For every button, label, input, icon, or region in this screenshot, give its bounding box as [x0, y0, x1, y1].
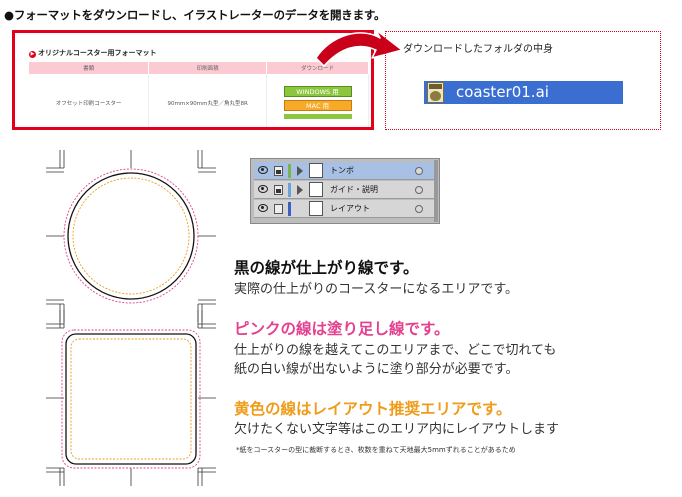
folder-contents-screenshot: ダウンロードしたフォルダの中身 coaster01.ai: [385, 31, 661, 130]
black-line-title: 黒の線が仕上がり線です。: [234, 259, 419, 277]
square-bleed-line: [61, 329, 201, 469]
format-section-title: ▶ オリジナルコースター用フォーマット: [29, 48, 157, 58]
visibility-eye-icon[interactable]: [258, 204, 268, 212]
column-header-size: 印刷面積: [148, 62, 268, 74]
coaster-template-diagram: [46, 150, 216, 486]
layer-name: トンボ: [330, 166, 354, 175]
layer-thumbnail: [309, 201, 323, 216]
lock-icon[interactable]: [274, 185, 283, 195]
pink-line-description-2: 紙の白い線が出ないように塗り部分が必要です。: [234, 362, 519, 377]
lock-icon[interactable]: [274, 166, 283, 176]
layer-color-bar: [288, 164, 291, 178]
footnote: *紙をコースターの型に裁断するとき、枚数を重ねて天地最大5mmずれることがあるた…: [236, 446, 516, 454]
layer-color-bar: [288, 202, 291, 216]
visibility-eye-icon[interactable]: [258, 166, 268, 174]
format-section-title-text: オリジナルコースター用フォーマット: [38, 49, 157, 57]
next-download-button[interactable]: [283, 114, 352, 120]
file-name: coaster01.ai: [456, 83, 549, 101]
square-safe-line: [70, 338, 192, 460]
visibility-eye-icon[interactable]: [258, 185, 268, 193]
illustrator-file-icon: [427, 82, 444, 103]
layer-thumbnail: [309, 182, 323, 197]
size-cell: 90mm×90mm丸型／角丸型8R: [148, 74, 268, 127]
panel-scrollbar[interactable]: [434, 160, 438, 222]
circle-trim-line: [67, 172, 195, 300]
layer-thumbnail: [309, 163, 323, 178]
circle-safe-line: [72, 177, 190, 295]
crop-marks: [46, 150, 216, 486]
black-line-description: 実際の仕上がりのコースターになるエリアです。: [234, 282, 519, 297]
windows-download-button[interactable]: WINDOWS 用: [283, 86, 352, 98]
target-circle-icon[interactable]: [415, 186, 423, 194]
target-circle-icon[interactable]: [415, 167, 423, 175]
mac-download-button[interactable]: MAC 用: [283, 100, 352, 112]
pink-line-title: ピンクの線は塗り足し線です。: [234, 320, 450, 338]
circle-bleed-line: [63, 168, 199, 304]
layer-name: レイアウト: [330, 204, 370, 213]
layers-panel: トンボ ガイド・説明 レイアウト: [250, 158, 440, 224]
folder-label: ダウンロードしたフォルダの中身: [403, 44, 553, 55]
square-trim-line: [65, 333, 197, 465]
ai-file-item[interactable]: coaster01.ai: [424, 81, 623, 104]
pink-line-description-1: 仕上がりの線を越えてこのエリアまで、どこで切れても: [234, 343, 557, 358]
yellow-line-description: 欠けたくない文字等はこのエリア内にレイアウトします: [234, 422, 560, 437]
layer-row-layout[interactable]: レイアウト: [254, 200, 434, 218]
expand-triangle-icon[interactable]: [297, 166, 303, 176]
layer-row-guide[interactable]: ガイド・説明: [254, 181, 434, 199]
lock-icon[interactable]: [274, 204, 283, 214]
layer-name: ガイド・説明: [330, 185, 378, 194]
yellow-line-title: 黄色の線はレイアウト推奨エリアです。: [234, 400, 512, 418]
column-header-doc: 書類: [29, 62, 150, 74]
layer-row-tombo[interactable]: トンボ: [254, 162, 434, 180]
page-heading: ●フォーマットをダウンロードし、イラストレーターのデータを開きます。: [4, 8, 386, 22]
target-circle-icon[interactable]: [415, 205, 423, 213]
layer-color-bar: [288, 183, 291, 197]
expand-triangle-icon[interactable]: [297, 185, 303, 195]
doc-cell: オフセット印刷コースター: [29, 74, 150, 127]
bullet-icon: ▶: [29, 51, 36, 58]
